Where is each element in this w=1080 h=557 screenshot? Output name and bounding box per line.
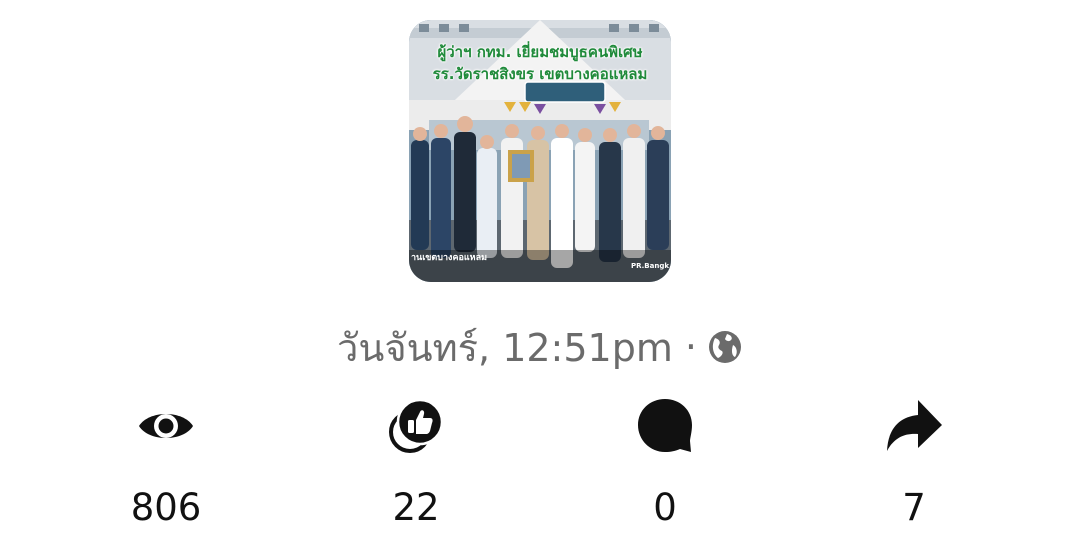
- post-meta-line: วันจันทร์, 12:51pm ·: [0, 322, 1080, 372]
- thumbnail-credit-left: านเขตบางคอแหลม: [411, 253, 488, 263]
- comments-count: 0: [653, 486, 677, 529]
- comment-bubble-icon[interactable]: [635, 396, 695, 456]
- post-timestamp: วันจันทร์, 12:51pm: [337, 325, 673, 370]
- post-insights-panel: ผู้ว่าฯ กทม. เยี่ยมชมบูธคนพิเศษ รร.วัดรา…: [0, 0, 1080, 557]
- globe-icon[interactable]: [707, 329, 743, 365]
- eye-icon[interactable]: [136, 396, 196, 456]
- thumbnail-credit-right: PR.Bangk: [630, 262, 669, 270]
- shares-count: 7: [902, 486, 926, 529]
- like-reaction-icon[interactable]: [386, 396, 446, 456]
- views-count: 806: [130, 486, 202, 529]
- thumbnail-headline-line-2: รร.วัดราชสิงขร เขตบางคอแหลม: [432, 65, 648, 83]
- reactions-count: 22: [392, 486, 440, 529]
- meta-separator: ·: [684, 325, 697, 369]
- thumbnail-headline-line-1: ผู้ว่าฯ กทม. เยี่ยมชมบูธคนพิเศษ: [437, 43, 643, 61]
- post-thumbnail[interactable]: ผู้ว่าฯ กทม. เยี่ยมชมบูธคนพิเศษ รร.วัดรา…: [409, 20, 671, 282]
- share-arrow-icon[interactable]: [884, 396, 944, 456]
